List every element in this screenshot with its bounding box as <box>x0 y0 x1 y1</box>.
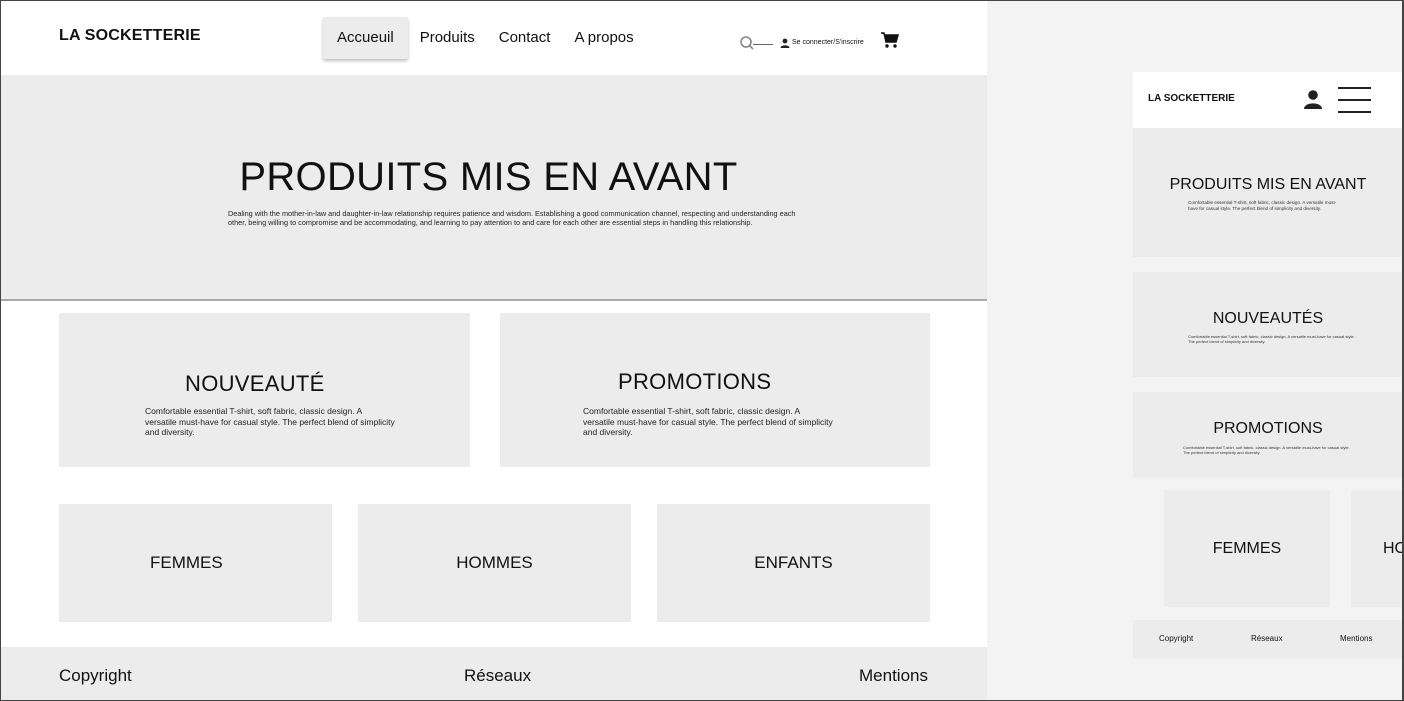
mobile-card-title: PROMOTIONS <box>1213 420 1323 437</box>
mobile-hero: PRODUITS MIS EN AVANT Comfortable essent… <box>1133 128 1403 257</box>
login-label: Se connecter/S'inscrire <box>792 39 864 46</box>
site-logo[interactable]: LA SOCKETTERIE <box>59 27 201 45</box>
mobile-card-description: Comfortable essential T-shirt, soft fabr… <box>1188 334 1355 344</box>
cart-button[interactable] <box>880 31 900 54</box>
mobile-card-description: Comfortable essential T-shirt, soft fabr… <box>1183 445 1350 455</box>
card-title: PROMOTIONS <box>618 369 772 394</box>
footer-legal[interactable]: Mentions <box>859 666 928 686</box>
main-nav: Accueuil Produits Contact A propos <box>323 17 646 59</box>
category-femmes[interactable]: FEMMES <box>59 504 332 622</box>
mobile-footer-legal[interactable]: Mentions <box>1340 634 1372 643</box>
mobile-logo[interactable]: LA SOCKETTERIE <box>1148 93 1235 104</box>
mobile-category-hommes[interactable]: HOMMES <box>1351 490 1403 607</box>
user-icon <box>1304 90 1322 109</box>
mobile-account-button[interactable] <box>1303 89 1323 114</box>
nav-item-accueuil[interactable]: Accueuil <box>323 17 408 59</box>
mobile-menu-button[interactable] <box>1338 87 1371 118</box>
desktop-frame: LA SOCKETTERIE Accueuil Produits Contact… <box>0 0 987 701</box>
hamburger-menu-icon <box>1338 87 1371 113</box>
login-link[interactable]: Se connecter/S'inscrire <box>780 38 864 48</box>
card-description: Comfortable essential T-shirt, soft fabr… <box>583 406 833 438</box>
mobile-frame: LA SOCKETTERIE PRODUITS MIS EN AVANT Com… <box>1133 72 1403 658</box>
mobile-card-nouveautes[interactable]: NOUVEAUTÉS Comfortable essential T-shirt… <box>1133 272 1403 377</box>
mobile-header: LA SOCKETTERIE <box>1133 72 1403 128</box>
desktop-footer: Copyright Réseaux Mentions <box>1 647 987 700</box>
nav-item-a-propos[interactable]: A propos <box>562 17 645 59</box>
mobile-card-title: NOUVEAUTÉS <box>1212 310 1324 327</box>
hero-title: PRODUITS MIS EN AVANT <box>239 155 738 199</box>
mobile-card-promotions[interactable]: PROMOTIONS Comfortable essential T-shirt… <box>1133 392 1403 478</box>
mobile-footer: Copyright Réseaux Mentions <box>1133 620 1403 658</box>
footer-social[interactable]: Réseaux <box>464 666 531 686</box>
category-enfants[interactable]: ENFANTS <box>657 504 930 622</box>
mobile-footer-social[interactable]: Réseaux <box>1251 634 1283 643</box>
mobile-footer-copyright[interactable]: Copyright <box>1159 634 1193 643</box>
card-title: NOUVEAUTÉ <box>185 371 325 396</box>
frame-border-top <box>987 0 1404 1</box>
mobile-hero-title: PRODUITS MIS EN AVANT <box>1169 176 1367 193</box>
footer-copyright[interactable]: Copyright <box>59 666 132 686</box>
cart-icon <box>880 32 899 48</box>
mobile-category-femmes[interactable]: FEMMES <box>1164 490 1330 607</box>
hero-description: Dealing with the mother-in-law and daugh… <box>228 209 796 228</box>
desktop-header: LA SOCKETTERIE Accueuil Produits Contact… <box>1 1 987 75</box>
search-underline <box>753 44 773 45</box>
search-field[interactable] <box>739 35 773 51</box>
category-hommes[interactable]: HOMMES <box>358 504 631 622</box>
header-tools: Se connecter/S'inscrire <box>739 31 900 54</box>
card-promotions[interactable]: PROMOTIONS Comfortable essential T-shirt… <box>500 313 930 467</box>
hero-section: PRODUITS MIS EN AVANT Dealing with the m… <box>1 75 987 301</box>
card-nouveaute[interactable]: NOUVEAUTÉ Comfortable essential T-shirt,… <box>59 313 470 467</box>
search-icon[interactable] <box>739 35 755 51</box>
mobile-hero-description: Comfortable essential T-shirt, soft fabr… <box>1188 200 1337 211</box>
nav-item-contact[interactable]: Contact <box>487 17 563 59</box>
user-icon <box>780 38 790 48</box>
nav-item-produits[interactable]: Produits <box>408 17 487 59</box>
card-description: Comfortable essential T-shirt, soft fabr… <box>145 406 395 438</box>
